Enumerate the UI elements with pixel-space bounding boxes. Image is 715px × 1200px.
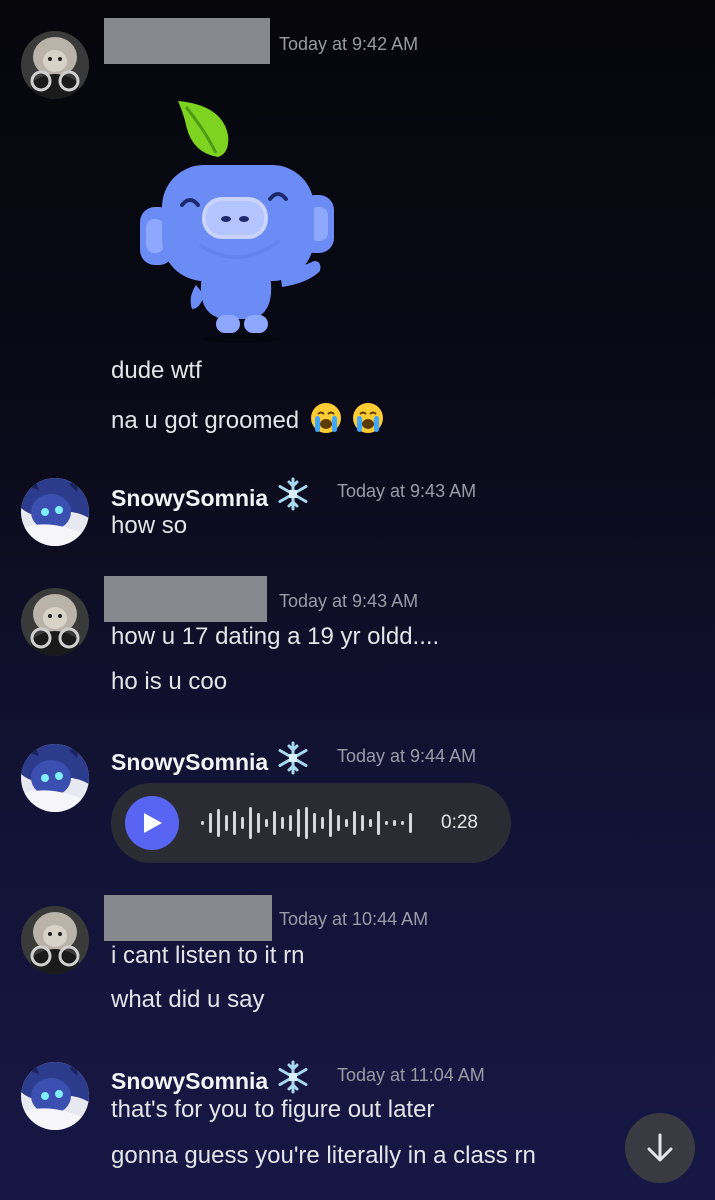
message-text: gonna guess you're literally in a class … (111, 1142, 536, 1169)
message-text: how u 17 dating a 19 yr oldd.... (111, 623, 440, 650)
message-text: i cant listen to it rn (111, 942, 305, 969)
snowflake-icon (276, 741, 310, 781)
avatar[interactable] (21, 478, 89, 546)
redacted-username (104, 576, 267, 622)
message-text: how so (111, 512, 188, 539)
avatar[interactable] (21, 31, 89, 99)
message-text: that's for you to figure out later (111, 1096, 435, 1123)
redacted-username (104, 18, 270, 64)
message-timestamp: Today at 10:44 AM (279, 909, 429, 929)
username[interactable]: SnowySomnia (111, 477, 310, 517)
username[interactable]: SnowySomnia (111, 741, 310, 781)
message-timestamp: Today at 9:44 AM (337, 746, 477, 766)
wumpus-leaf-sticker[interactable] (130, 95, 345, 343)
message-text: what did u say (111, 986, 265, 1013)
message-text: ho is u coo (111, 668, 228, 695)
loudly-crying-face-icon (310, 402, 342, 441)
voice-message-player: 0:28 (111, 783, 511, 863)
voice-duration: 0:28 (441, 812, 478, 833)
message-timestamp: Today at 9:42 AM (279, 34, 419, 54)
snowflake-icon (276, 477, 310, 517)
message-text: dude wtf (111, 357, 202, 384)
play-button[interactable] (125, 796, 179, 850)
avatar[interactable] (21, 906, 89, 974)
jump-to-present-button[interactable] (625, 1113, 695, 1183)
username[interactable]: SnowySomnia (111, 1060, 310, 1100)
avatar[interactable] (21, 1062, 89, 1130)
avatar[interactable] (21, 744, 89, 812)
redacted-username (104, 895, 272, 941)
snowflake-icon (276, 1060, 310, 1100)
loudly-crying-face-icon (352, 402, 384, 441)
arrow-down-icon (647, 1133, 673, 1162)
message-text: na u got groomed (111, 402, 384, 441)
message-timestamp: Today at 11:04 AM (337, 1065, 485, 1085)
message-timestamp: Today at 9:43 AM (337, 481, 477, 501)
message-timestamp: Today at 9:43 AM (279, 591, 419, 611)
waveform[interactable] (199, 803, 429, 843)
avatar[interactable] (21, 588, 89, 656)
play-icon (144, 813, 162, 833)
